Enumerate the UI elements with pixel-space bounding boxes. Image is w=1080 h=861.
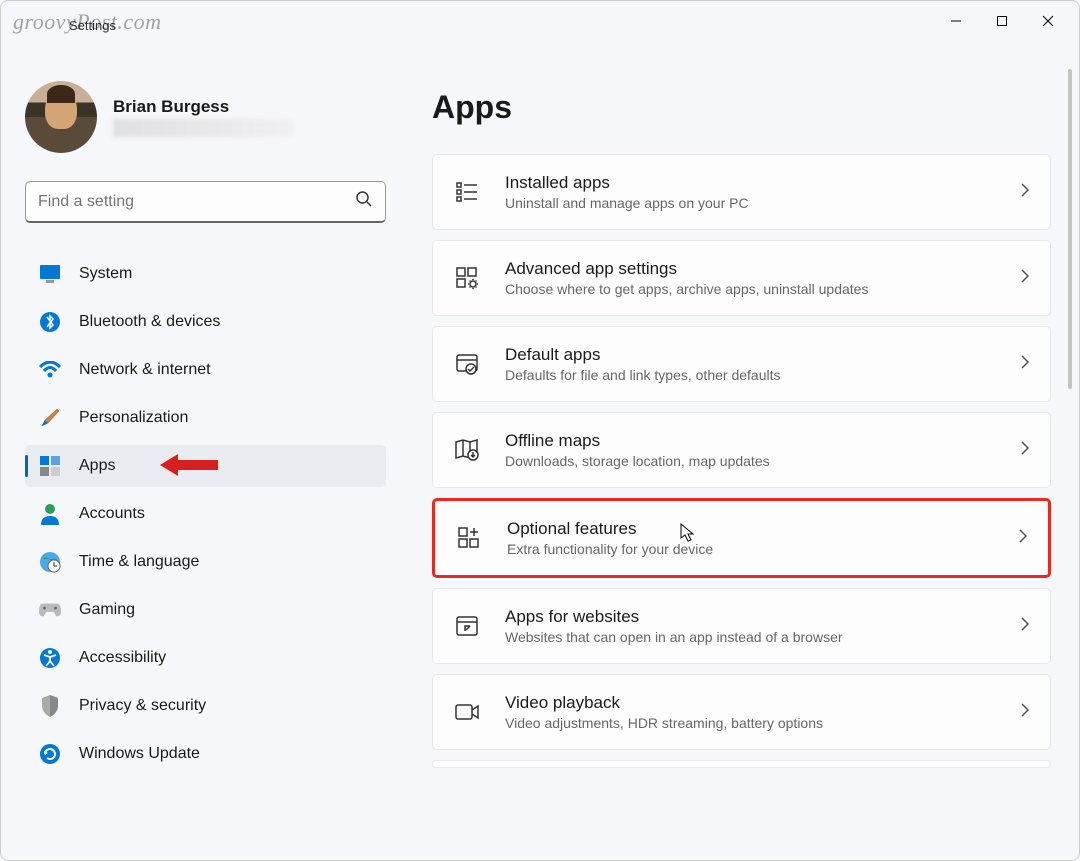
maximize-icon	[996, 15, 1008, 27]
card-title: Apps for websites	[505, 607, 996, 627]
clock-globe-icon	[39, 551, 61, 573]
sidebar-item-privacy[interactable]: Privacy & security	[25, 685, 386, 727]
grid-gear-icon	[453, 264, 481, 292]
nav-list: System Bluetooth & devices Network & int…	[25, 253, 386, 775]
card-installed-apps[interactable]: Installed apps Uninstall and manage apps…	[432, 154, 1051, 230]
video-icon	[453, 698, 481, 726]
close-icon	[1042, 15, 1054, 27]
apps-icon	[39, 455, 61, 477]
profile[interactable]: Brian Burgess	[25, 81, 386, 153]
profile-email-redacted	[113, 119, 293, 137]
card-desc: Video adjustments, HDR streaming, batter…	[505, 715, 996, 731]
card-default-apps[interactable]: Default apps Defaults for file and link …	[432, 326, 1051, 402]
search-input[interactable]	[38, 193, 355, 211]
brush-icon	[39, 407, 61, 429]
sidebar-item-apps[interactable]: Apps	[25, 445, 386, 487]
watermark: groovyPost.com	[13, 9, 162, 35]
page-title: Apps	[432, 89, 1051, 126]
card-title: Offline maps	[505, 431, 996, 451]
card-title: Advanced app settings	[505, 259, 996, 279]
maximize-button[interactable]	[979, 5, 1025, 37]
card-title: Video playback	[505, 693, 996, 713]
minimize-icon	[950, 15, 962, 27]
nav-label: Bluetooth & devices	[79, 313, 220, 331]
titlebar: Settings	[1, 1, 1079, 41]
search-icon	[355, 190, 373, 213]
profile-name: Brian Burgess	[113, 97, 293, 117]
sidebar-item-bluetooth[interactable]: Bluetooth & devices	[25, 301, 386, 343]
nav-label: Network & internet	[79, 361, 211, 379]
bluetooth-icon	[39, 311, 61, 333]
content: Brian Burgess System Bluetooth & devices	[1, 41, 1079, 860]
scrollbar[interactable]	[1065, 49, 1075, 852]
chevron-right-icon	[1020, 182, 1030, 203]
shield-icon	[39, 695, 61, 717]
sidebar-item-accounts[interactable]: Accounts	[25, 493, 386, 535]
update-icon	[39, 743, 61, 765]
nav-label: Personalization	[79, 409, 188, 427]
card-advanced-settings[interactable]: Advanced app settings Choose where to ge…	[432, 240, 1051, 316]
nav-label: Windows Update	[79, 745, 200, 763]
nav-label: System	[79, 265, 132, 283]
window-link-icon	[453, 612, 481, 640]
window-controls	[933, 5, 1071, 37]
main-content: Apps Installed apps Uninstall and manage…	[406, 41, 1079, 860]
card-title: Default apps	[505, 345, 996, 365]
sidebar: Brian Burgess System Bluetooth & devices	[1, 41, 406, 860]
avatar	[25, 81, 97, 153]
card-apps-websites[interactable]: Apps for websites Websites that can open…	[432, 588, 1051, 664]
card-desc: Uninstall and manage apps on your PC	[505, 195, 996, 211]
card-title: Installed apps	[505, 173, 996, 193]
cursor-icon	[680, 523, 696, 548]
person-icon	[39, 503, 61, 525]
card-desc: Websites that can open in an app instead…	[505, 629, 996, 645]
card-title: Optional features	[507, 519, 994, 539]
nav-label: Privacy & security	[79, 697, 206, 715]
nav-label: Apps	[79, 457, 115, 475]
sidebar-item-time[interactable]: Time & language	[25, 541, 386, 583]
scrollbar-thumb[interactable]	[1068, 69, 1072, 389]
chevron-right-icon	[1018, 528, 1028, 549]
sidebar-item-accessibility[interactable]: Accessibility	[25, 637, 386, 679]
nav-label: Gaming	[79, 601, 135, 619]
chevron-right-icon	[1020, 616, 1030, 637]
card-desc: Defaults for file and link types, other …	[505, 367, 996, 383]
sidebar-item-personalization[interactable]: Personalization	[25, 397, 386, 439]
card-video-playback[interactable]: Video playback Video adjustments, HDR st…	[432, 674, 1051, 750]
sidebar-item-system[interactable]: System	[25, 253, 386, 295]
card-desc: Choose where to get apps, archive apps, …	[505, 281, 996, 297]
card-offline-maps[interactable]: Offline maps Downloads, storage location…	[432, 412, 1051, 488]
list-icon	[453, 178, 481, 206]
chevron-right-icon	[1020, 702, 1030, 723]
settings-window: groovyPost.com Settings Brian Burgess	[0, 0, 1080, 861]
nav-label: Time & language	[79, 553, 199, 571]
sidebar-item-network[interactable]: Network & internet	[25, 349, 386, 391]
nav-label: Accessibility	[79, 649, 166, 667]
gamepad-icon	[39, 599, 61, 621]
nav-label: Accounts	[79, 505, 145, 523]
accessibility-icon	[39, 647, 61, 669]
search-box[interactable]	[25, 181, 386, 223]
window-check-icon	[453, 350, 481, 378]
minimize-button[interactable]	[933, 5, 979, 37]
annotation-arrow	[160, 451, 220, 484]
chevron-right-icon	[1020, 440, 1030, 461]
sidebar-item-gaming[interactable]: Gaming	[25, 589, 386, 631]
card-desc: Extra functionality for your device	[507, 541, 994, 557]
wifi-icon	[39, 359, 61, 381]
system-icon	[39, 263, 61, 285]
card-desc: Downloads, storage location, map updates	[505, 453, 996, 469]
chevron-right-icon	[1020, 268, 1030, 289]
card-optional-features[interactable]: Optional features Extra functionality fo…	[432, 498, 1051, 578]
grid-plus-icon	[455, 524, 483, 552]
chevron-right-icon	[1020, 354, 1030, 375]
map-download-icon	[453, 436, 481, 464]
sidebar-item-update[interactable]: Windows Update	[25, 733, 386, 775]
card-peek[interactable]	[432, 760, 1051, 768]
close-button[interactable]	[1025, 5, 1071, 37]
